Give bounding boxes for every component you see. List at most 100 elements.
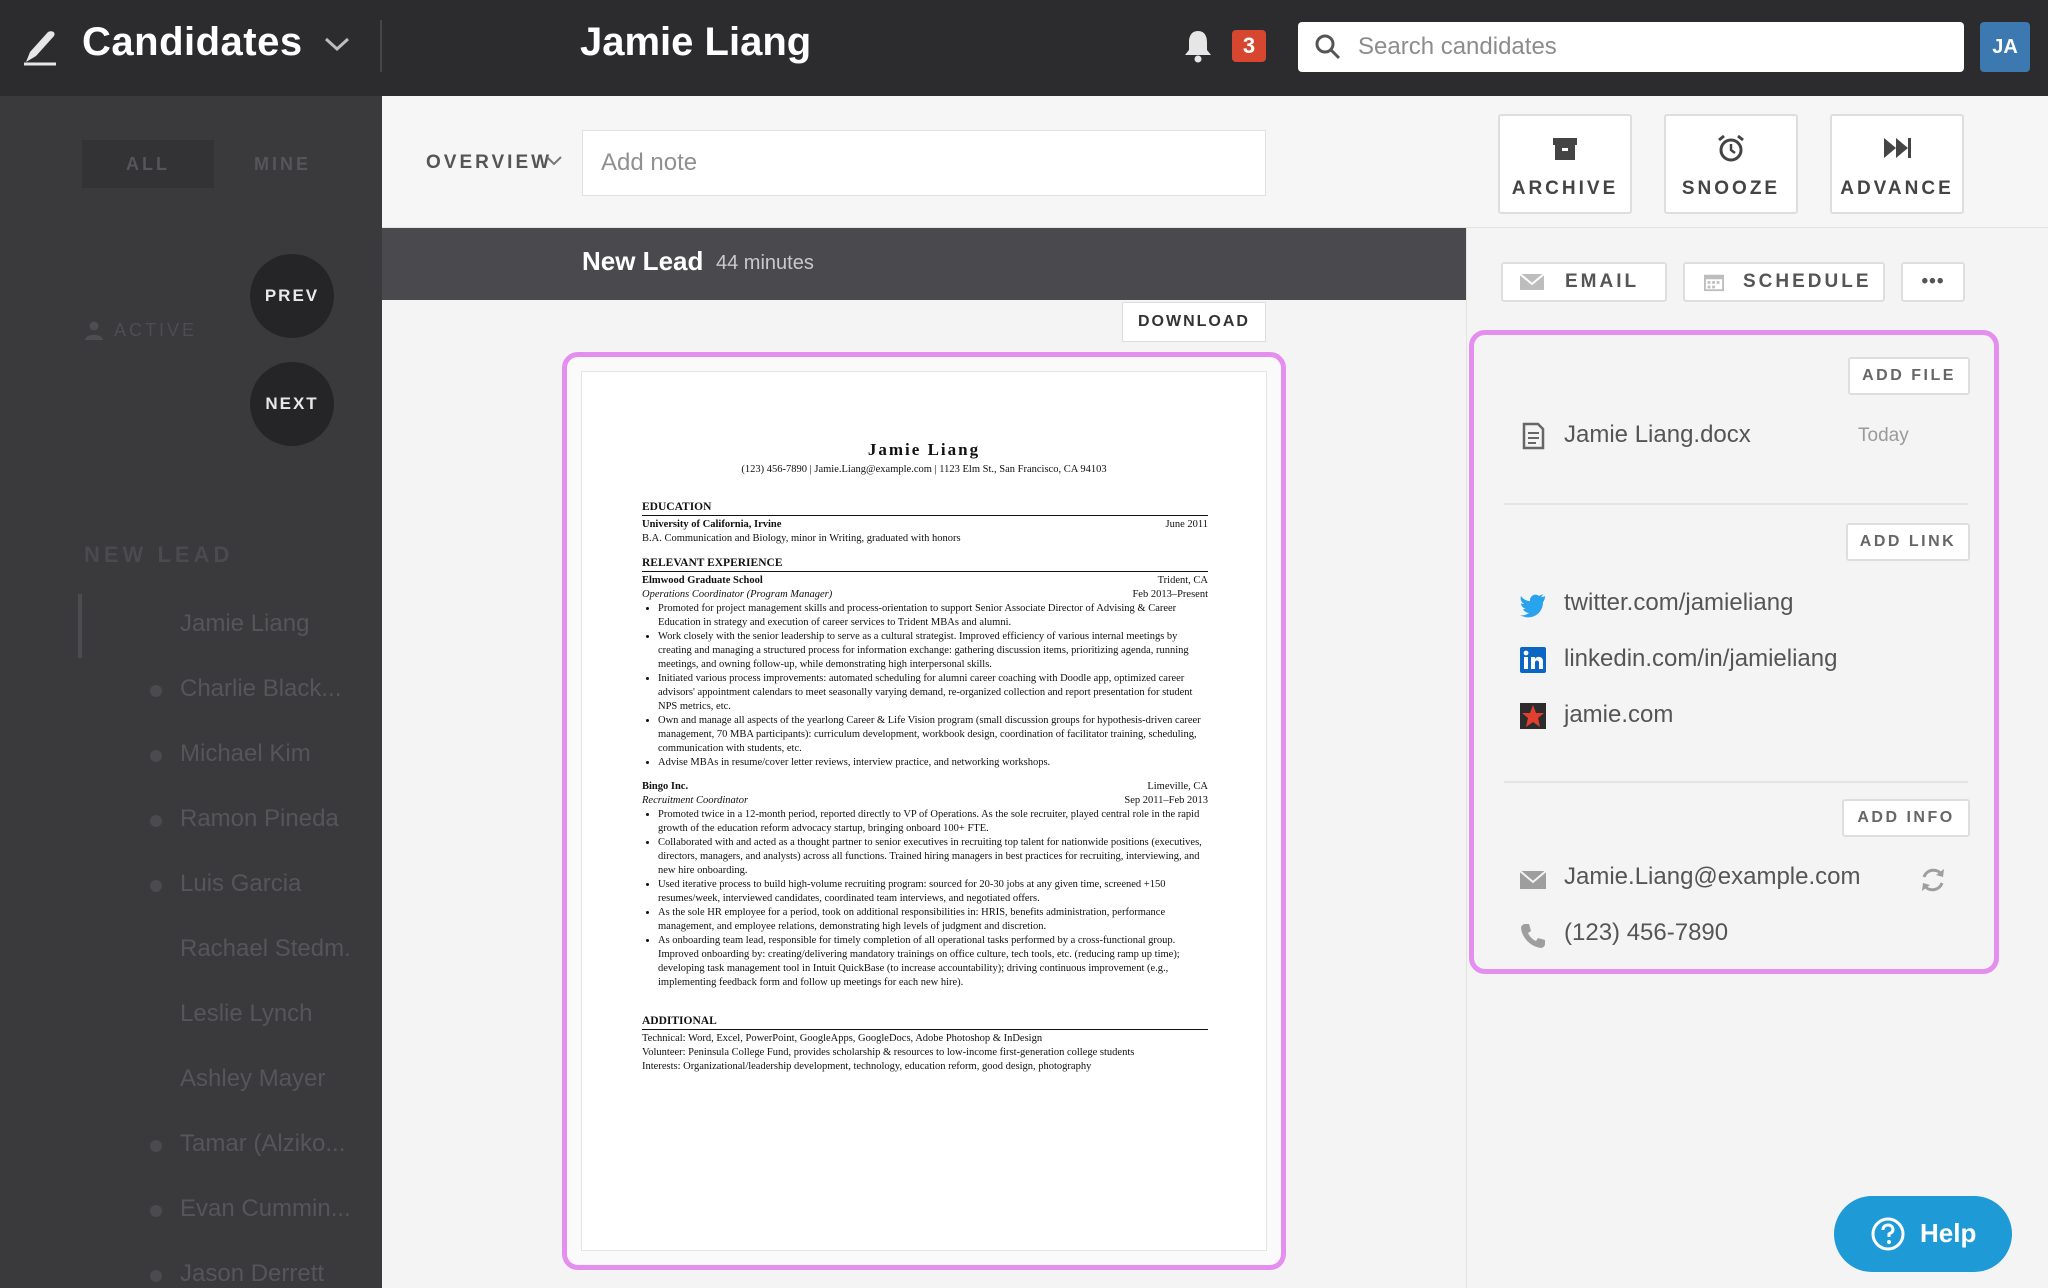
candidate-name: Rachael Stedm... bbox=[180, 935, 350, 962]
bell-icon[interactable] bbox=[1182, 28, 1214, 64]
list-item[interactable]: Evan Cummin... bbox=[0, 1179, 382, 1244]
add-link-button[interactable]: ADD LINK bbox=[1846, 523, 1970, 561]
website-link[interactable]: jamie.com bbox=[1564, 701, 1673, 729]
list-item[interactable]: Leslie Lynch bbox=[0, 984, 382, 1049]
document-icon bbox=[1522, 422, 1545, 450]
stage-section-label: NEW LEAD bbox=[84, 542, 234, 567]
candidate-name: Evan Cummin... bbox=[180, 1195, 350, 1222]
status-dot bbox=[150, 815, 162, 827]
email-address[interactable]: Jamie.Liang@example.com bbox=[1564, 863, 1861, 891]
envelope-icon bbox=[1519, 870, 1547, 889]
twitter-link[interactable]: twitter.com/jamieliang bbox=[1564, 589, 1793, 617]
status-dot bbox=[150, 750, 162, 762]
top-bar: Candidates Jamie Liang 3 JA bbox=[0, 0, 2048, 96]
list-item[interactable]: Charlie Black... bbox=[0, 659, 382, 724]
search-input[interactable] bbox=[1358, 22, 1948, 72]
list-item[interactable]: Tamar (Alziko... bbox=[0, 1114, 382, 1179]
filter-label: ACTIVE bbox=[114, 320, 198, 340]
linkedin-icon bbox=[1520, 647, 1546, 673]
linkedin-link[interactable]: linkedin.com/in/jamieliang bbox=[1564, 645, 1837, 673]
job2-date: Sep 2011–Feb 2013 bbox=[1124, 795, 1208, 806]
status-dot bbox=[150, 685, 162, 697]
job2-bullets: Promoted twice in a 12-month period, rep… bbox=[642, 808, 1208, 990]
divider bbox=[1504, 781, 1968, 783]
tab-all[interactable]: ALL bbox=[82, 140, 214, 188]
phone-icon bbox=[1521, 924, 1545, 948]
resume-contact: (123) 456-7890 | Jamie.Liang@example.com… bbox=[741, 464, 1107, 475]
notification-badge[interactable]: 3 bbox=[1232, 30, 1266, 62]
help-label: Help bbox=[1920, 1218, 1977, 1248]
schedule-button[interactable]: SCHEDULE bbox=[1683, 262, 1885, 302]
job1-bullets: Promoted for project management skills a… bbox=[642, 602, 1208, 770]
envelope-icon bbox=[1519, 273, 1545, 290]
list-item[interactable]: Ashley Mayer bbox=[0, 1049, 382, 1114]
info-highlight-frame: ADD FILE Jamie Liang.docx Today ADD LINK… bbox=[1469, 330, 1999, 974]
candidate-name: Luis Garcia bbox=[180, 870, 302, 897]
email-button[interactable]: EMAIL bbox=[1501, 262, 1667, 302]
feather-logo-icon[interactable] bbox=[20, 26, 60, 66]
job2-title: Recruitment Coordinator bbox=[642, 795, 749, 806]
chevron-down-icon[interactable] bbox=[544, 154, 564, 168]
snooze-button[interactable]: SNOOZE bbox=[1664, 114, 1798, 214]
status-dot bbox=[150, 1205, 162, 1217]
section-title: Candidates bbox=[82, 20, 303, 64]
candidate-list: Jamie Liang Charlie Black... Michael Kim… bbox=[0, 594, 382, 1288]
add-info-button[interactable]: ADD INFO bbox=[1842, 799, 1970, 837]
candidate-name: Tamar (Alziko... bbox=[180, 1130, 346, 1157]
advance-button[interactable]: ADVANCE bbox=[1830, 114, 1964, 214]
chevron-down-icon[interactable] bbox=[322, 34, 352, 54]
overview-dropdown[interactable]: OVERVIEW bbox=[426, 152, 552, 174]
active-indicator bbox=[78, 594, 82, 658]
phone-number[interactable]: (123) 456-7890 bbox=[1564, 919, 1728, 947]
list-item[interactable]: Ramon Pineda bbox=[0, 789, 382, 854]
candidate-sidebar: ALL MINE ACTIVE PREV NEXT NEW LEAD Jamie… bbox=[0, 96, 382, 1288]
list-item[interactable]: Jamie Liang bbox=[0, 594, 382, 659]
help-button[interactable]: Help bbox=[1834, 1196, 2012, 1272]
more-options-button[interactable]: ••• bbox=[1901, 262, 1965, 302]
status-dot bbox=[150, 1140, 162, 1152]
bullet: Work closely with the senior leadership … bbox=[658, 630, 1208, 672]
candidate-name: Leslie Lynch bbox=[180, 1000, 313, 1027]
job2-row: Bingo Inc. Limeville, CA bbox=[642, 780, 1208, 794]
add-note-input[interactable] bbox=[582, 130, 1266, 196]
resume-viewer: DOWNLOAD Jamie Liang (123) 456-7890 | Ja… bbox=[382, 300, 1466, 1288]
bullet: As onboarding team lead, responsible for… bbox=[658, 934, 1208, 990]
candidate-name: Jamie Liang bbox=[180, 610, 310, 637]
filter-active[interactable]: ACTIVE bbox=[84, 320, 197, 341]
resume-document: Jamie Liang (123) 456-7890 | Jamie.Liang… bbox=[581, 371, 1267, 1251]
calendar-icon bbox=[1704, 274, 1724, 292]
tab-mine[interactable]: MINE bbox=[254, 140, 311, 188]
list-item[interactable]: Luis Garcia bbox=[0, 854, 382, 919]
archive-box-icon bbox=[1553, 138, 1577, 160]
status-dot bbox=[150, 880, 162, 892]
prev-button[interactable]: PREV bbox=[250, 254, 334, 338]
header-divider bbox=[380, 20, 382, 72]
resume-highlight-frame: Jamie Liang (123) 456-7890 | Jamie.Liang… bbox=[562, 352, 1286, 1270]
bullet: Collaborated with and acted as a thought… bbox=[658, 836, 1208, 878]
job1-row: Elmwood Graduate School Trident, CA bbox=[642, 574, 1208, 588]
candidate-name: Ashley Mayer bbox=[180, 1065, 326, 1092]
next-button[interactable]: NEXT bbox=[250, 362, 334, 446]
sync-icon[interactable] bbox=[1918, 865, 1948, 895]
file-date: Today bbox=[1858, 425, 1909, 446]
resume-name: Jamie Liang bbox=[867, 440, 981, 459]
additional-line: Technical: Word, Excel, PowerPoint, Goog… bbox=[642, 1033, 1043, 1044]
archive-button[interactable]: ARCHIVE bbox=[1498, 114, 1632, 214]
stage-time: 44 minutes bbox=[716, 252, 814, 274]
bullet: Promoted for project management skills a… bbox=[658, 602, 1208, 630]
edu-degree: B.A. Communication and Biology, minor in… bbox=[642, 533, 961, 544]
candidate-name: Ramon Pineda bbox=[180, 805, 339, 832]
list-item[interactable]: Michael Kim bbox=[0, 724, 382, 789]
file-name-link[interactable]: Jamie Liang.docx bbox=[1564, 421, 1751, 449]
list-item[interactable]: Rachael Stedm... bbox=[0, 919, 382, 984]
additional-heading: ADDITIONAL bbox=[642, 1014, 1208, 1030]
list-item[interactable]: Jason Derrett bbox=[0, 1244, 382, 1288]
add-file-button[interactable]: ADD FILE bbox=[1848, 357, 1970, 395]
candidate-name: Michael Kim bbox=[180, 740, 311, 767]
user-avatar[interactable]: JA bbox=[1980, 22, 2030, 72]
download-button[interactable]: DOWNLOAD bbox=[1122, 302, 1266, 342]
job2-row2: Recruitment Coordinator Sep 2011–Feb 201… bbox=[642, 794, 1208, 808]
stage-bar: New Lead 44 minutes bbox=[382, 228, 1466, 300]
search-icon bbox=[1315, 34, 1341, 60]
archive-label: ARCHIVE bbox=[1511, 178, 1619, 199]
